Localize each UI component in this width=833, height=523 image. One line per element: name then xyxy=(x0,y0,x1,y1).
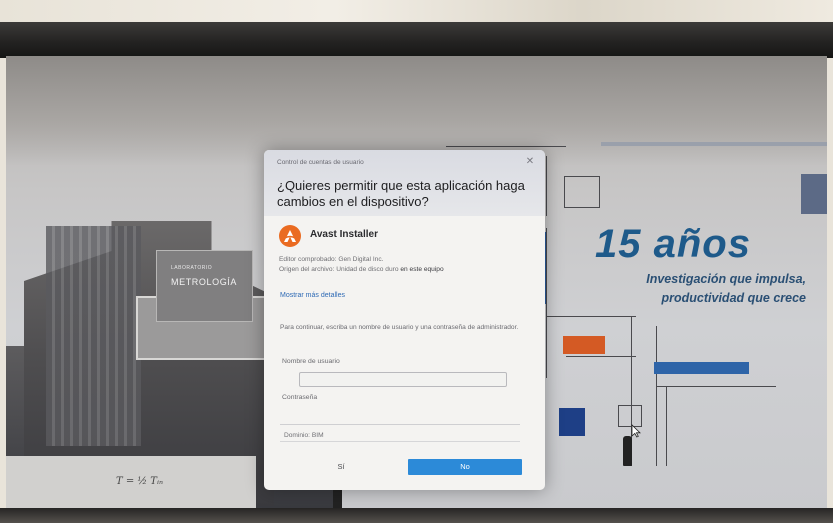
deco-line xyxy=(656,386,776,387)
instruction-text: Para continuar, escriba un nombre de usu… xyxy=(280,324,519,331)
anniversary-line-1: Investigación que impulsa, xyxy=(646,272,806,286)
app-name: Avast Installer xyxy=(310,229,378,240)
anniversary-subtitle: Investigación que impulsa, productividad… xyxy=(574,270,806,308)
deco-line xyxy=(656,326,657,466)
deco-line xyxy=(566,356,636,357)
orange-block xyxy=(563,336,605,354)
wallpaper-formula: T = ½ Tᵢₙ xyxy=(116,476,164,487)
uac-title: Control de cuentas de usuario xyxy=(277,159,364,166)
password-input[interactable] xyxy=(280,412,520,425)
slate-block xyxy=(801,174,827,214)
blue-bar xyxy=(654,362,749,374)
uac-dialog: Control de cuentas de usuario ✕ ¿Quieres… xyxy=(264,150,545,490)
publisher-line: Editor comprobado: Gen Digital Inc. xyxy=(279,256,383,263)
uac-question: ¿Quieres permitir que esta aplicación ha… xyxy=(277,178,525,209)
deco-line xyxy=(546,316,636,317)
publisher-value: Gen Digital Inc. xyxy=(338,256,384,263)
deco-frame xyxy=(564,176,600,208)
username-label: Nombre de usuario xyxy=(282,358,340,365)
origin-value: Unidad de disco duro xyxy=(336,266,399,273)
navy-block xyxy=(559,408,585,436)
monitor-bezel-top xyxy=(0,22,833,58)
domain-divider xyxy=(280,441,520,442)
metrology-sign-small: LABORATORIO xyxy=(171,265,213,271)
monitor-bezel-bottom xyxy=(0,508,833,523)
room-background xyxy=(0,0,833,24)
deco-line xyxy=(546,228,547,378)
no-button[interactable]: No xyxy=(408,459,522,475)
origin-location: en este equipo xyxy=(400,266,444,273)
metrology-sign: LABORATORIO METROLOGÍA xyxy=(156,250,253,322)
deco-line xyxy=(666,386,667,466)
origin-label: Origen del archivo: xyxy=(279,266,335,273)
domain-text: Dominio: BIM xyxy=(284,432,324,439)
anniversary-title: 15 años xyxy=(595,222,751,266)
yes-button[interactable]: Sí xyxy=(272,458,410,475)
mouse-cursor-icon xyxy=(631,424,641,443)
deco-line xyxy=(546,156,547,216)
publisher-label: Editor comprobado: xyxy=(279,256,337,263)
anniversary-line-2: productividad que crece xyxy=(661,291,806,305)
deco-band xyxy=(601,142,827,146)
username-input[interactable] xyxy=(299,372,507,387)
origin-line: Origen del archivo: Unidad de disco duro… xyxy=(279,266,444,273)
avast-logo-icon xyxy=(279,225,301,247)
show-more-details-link[interactable]: Mostrar más detalles xyxy=(280,292,345,299)
wallpaper-building-windows xyxy=(46,226,141,446)
deco-line xyxy=(446,146,566,147)
password-label: Contraseña xyxy=(282,394,318,401)
close-icon[interactable]: ✕ xyxy=(523,155,537,169)
metrology-sign-main: METROLOGÍA xyxy=(171,277,238,287)
